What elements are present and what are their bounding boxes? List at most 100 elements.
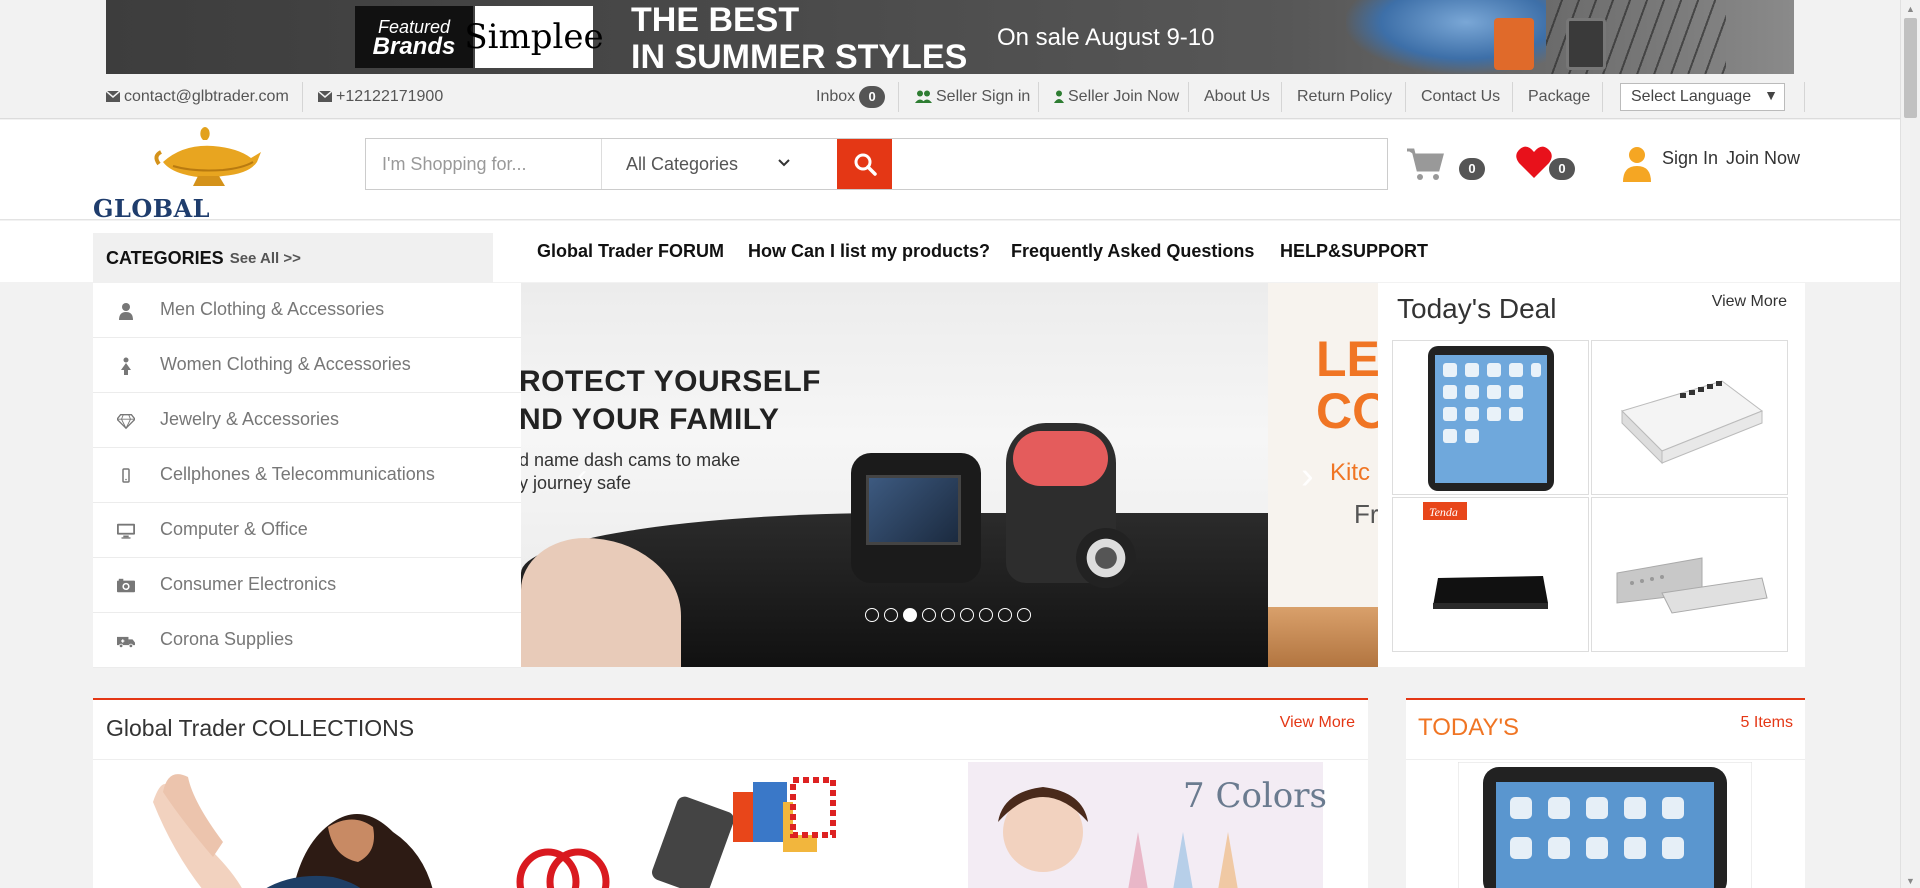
seller-join-link[interactable]: Seller Join Now (1054, 74, 1179, 119)
slider-prev-arrow[interactable]: ‹ (577, 459, 587, 493)
phone-contact[interactable]: +12122171900 (318, 74, 443, 119)
nav-help-support-link[interactable]: HELP&SUPPORT (1280, 241, 1428, 262)
deal-item-speaker[interactable] (1591, 497, 1788, 652)
package-link[interactable]: Package (1528, 74, 1590, 119)
mobile-icon (122, 468, 130, 483)
category-select[interactable]: All Categories (602, 139, 802, 189)
slider-dot[interactable] (941, 608, 955, 622)
category-label: Computer & Office (160, 519, 308, 539)
speaker-image (1616, 557, 1768, 614)
slide2-title-line: CO (1316, 383, 1378, 439)
category-item-computer-office[interactable]: Computer & Office (93, 503, 521, 558)
return-policy-label: Return Policy (1297, 87, 1393, 105)
hero-slider[interactable]: ROTECT YOURSELF ND YOUR FAMILY d name da… (521, 283, 1378, 667)
scroll-up-icon[interactable]: ▲ (1906, 4, 1915, 14)
user-icon[interactable] (1623, 146, 1651, 182)
see-all-link[interactable]: See All >> (230, 250, 301, 267)
slide2-title: LE CO (1316, 333, 1378, 437)
search-input[interactable]: I'm Shopping for... (366, 139, 602, 189)
todays-section: TODAY'S 5 Items (1406, 698, 1805, 888)
inbox-link[interactable]: Inbox 0 (816, 74, 886, 119)
scroll-down-icon[interactable]: ▼ (1906, 876, 1915, 886)
join-now-link[interactable]: Join Now (1726, 148, 1800, 169)
router-image: Tenda (1423, 502, 1548, 609)
package-label: Package (1528, 87, 1591, 105)
category-label: Cellphones & Telecommunications (160, 464, 435, 484)
deal-item-network-switch[interactable] (1591, 340, 1788, 495)
slider-dot[interactable] (865, 608, 879, 622)
category-label: Jewelry & Accessories (160, 409, 340, 429)
category-item-men-clothing[interactable]: Men Clothing & Accessories (93, 283, 521, 338)
category-item-jewelry[interactable]: Jewelry & Accessories (93, 393, 521, 448)
slider-dot[interactable] (1017, 608, 1031, 622)
deal-item-router[interactable]: Tenda (1392, 497, 1589, 652)
todays-deal-panel: Today's Deal View More Tenda (1378, 283, 1805, 667)
category-item-cellphones[interactable]: Cellphones & Telecommunications (93, 448, 521, 503)
category-item-women-clothing[interactable]: Women Clothing & Accessories (93, 338, 521, 393)
chevron-down-icon (778, 159, 790, 167)
network-switch-image (1621, 380, 1764, 465)
deal-view-more-link[interactable]: View More (1712, 293, 1787, 311)
category-label: Corona Supplies (160, 629, 294, 649)
brands-label: Brands (372, 33, 456, 60)
categories-header[interactable]: CATEGORIES See All >> (93, 233, 493, 283)
contact-label: Contact Us (1421, 87, 1501, 105)
slide-subtitle-line: d name dash cams to make (521, 450, 741, 470)
collections-title: Global Trader COLLECTIONS (106, 715, 415, 741)
slider-dot[interactable] (998, 608, 1012, 622)
search-button[interactable] (837, 139, 892, 189)
page-scrollbar[interactable]: ▲ ▼ (1900, 0, 1920, 888)
seller-signin-link[interactable]: Seller Sign in (915, 74, 1030, 119)
slider-dot[interactable] (922, 608, 936, 622)
collections-section: Global Trader COLLECTIONS View More 7 Co… (93, 698, 1368, 888)
divider (1405, 82, 1406, 112)
slider-next-arrow[interactable]: › (1301, 455, 1314, 498)
about-link[interactable]: About Us (1204, 74, 1270, 119)
scrollbar-thumb[interactable] (1904, 18, 1917, 118)
site-header: GLOBAL TRADER I'm Shopping for... All Ca… (0, 120, 1900, 252)
category-label: Women Clothing & Accessories (160, 354, 411, 374)
slide-title: ROTECT YOURSELF ND YOUR FAMILY (521, 363, 821, 439)
search-bar: I'm Shopping for... All Categories (365, 138, 1388, 190)
site-logo[interactable]: GLOBAL TRADER (93, 122, 323, 252)
language-select[interactable]: Select Language ▼ (1620, 83, 1785, 111)
banner-headline: THE BEST IN SUMMER STYLES (631, 2, 967, 75)
wishlist-count-badge: 0 (1549, 158, 1575, 180)
divider (1038, 82, 1039, 112)
todays-items-count[interactable]: 5 Items (1741, 714, 1793, 732)
sign-in-link[interactable]: Sign In (1662, 148, 1718, 169)
inbox-label: Inbox (816, 87, 856, 105)
heart-icon[interactable] (1515, 144, 1553, 180)
slide-kitchen: LE CO Kitc Fr (1268, 283, 1378, 667)
cart-icon[interactable] (1405, 146, 1445, 182)
collections-images[interactable]: 7 Colors (93, 762, 1368, 888)
slider-dot[interactable] (884, 608, 898, 622)
category-item-corona-supplies[interactable]: Corona Supplies (93, 613, 521, 668)
todays-tablet-image[interactable] (1458, 762, 1752, 888)
nav-faq-link[interactable]: Frequently Asked Questions (1011, 241, 1254, 262)
contact-link[interactable]: Contact Us (1421, 74, 1500, 119)
deal-item-tablet[interactable] (1392, 340, 1589, 495)
inbox-count-badge: 0 (859, 85, 886, 108)
return-policy-link[interactable]: Return Policy (1297, 74, 1392, 119)
promo-banner[interactable]: Featured Brands Simplee THE BEST IN SUMM… (106, 0, 1794, 74)
slide-title-line: ND YOUR FAMILY (521, 403, 780, 436)
featured-brands-badge: Featured Brands (355, 6, 473, 68)
deal-title: Today's Deal (1397, 293, 1557, 324)
cart-count-badge: 0 (1459, 158, 1485, 180)
magic-lamp-icon (154, 127, 261, 186)
dash-cam-lens (1076, 528, 1136, 588)
slider-dot[interactable] (960, 608, 974, 622)
nav-forum-link[interactable]: Global Trader FORUM (537, 241, 724, 262)
collections-view-more-link[interactable]: View More (1280, 714, 1355, 732)
ambulance-icon (117, 636, 135, 649)
category-item-consumer-electronics[interactable]: Consumer Electronics (93, 558, 521, 613)
language-label: Select Language (1631, 88, 1752, 105)
slider-dot[interactable] (903, 608, 917, 622)
nav-list-products-link[interactable]: How Can I list my products? (748, 241, 990, 262)
slide2-subtitle: Kitc (1330, 459, 1371, 486)
category-label: Consumer Electronics (160, 574, 337, 594)
email-contact[interactable]: contact@glbtrader.com (106, 74, 289, 119)
slider-dot[interactable] (979, 608, 993, 622)
wood-image (1268, 607, 1378, 667)
